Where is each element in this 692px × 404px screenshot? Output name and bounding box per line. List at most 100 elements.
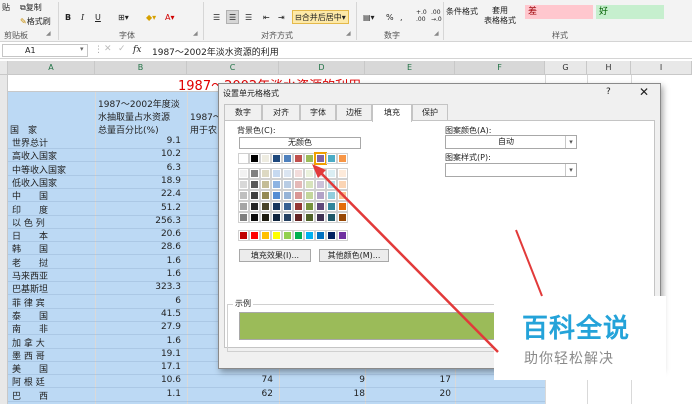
style-good-cell[interactable]: 好 — [596, 5, 664, 19]
value-cell[interactable]: 18.9 — [95, 176, 181, 186]
country-cell[interactable]: 巴基斯坦 — [12, 282, 48, 295]
color-swatch[interactable] — [238, 212, 249, 223]
color-swatch[interactable] — [304, 230, 315, 241]
color-swatch[interactable] — [314, 152, 327, 165]
value-cell[interactable]: 1.6 — [95, 256, 181, 266]
country-cell[interactable]: 印 度 — [12, 203, 48, 216]
color-swatch[interactable] — [293, 230, 304, 241]
value-cell[interactable]: 51.2 — [95, 203, 181, 213]
color-swatch[interactable] — [249, 179, 260, 190]
column-header[interactable]: G — [545, 61, 587, 75]
country-cell[interactable]: 以 色 列 — [12, 216, 45, 229]
dialog-launcher-icon[interactable]: ◢ — [434, 30, 439, 37]
color-swatch[interactable] — [304, 168, 315, 179]
color-swatch[interactable] — [315, 168, 326, 179]
cancel-icon[interactable]: ✕ — [104, 44, 112, 54]
color-swatch[interactable] — [238, 190, 249, 201]
color-swatch[interactable] — [326, 179, 337, 190]
row-headers[interactable] — [0, 75, 8, 404]
color-swatch[interactable] — [260, 190, 271, 201]
color-swatch[interactable] — [293, 168, 304, 179]
country-cell[interactable]: 南 非 — [12, 322, 48, 335]
value-cell[interactable]: 41.5 — [95, 309, 181, 319]
color-swatch[interactable] — [304, 190, 315, 201]
enter-icon[interactable]: ✓ — [118, 44, 126, 54]
currency-icon[interactable]: ▤▾ — [360, 10, 378, 24]
paste-button[interactable]: 贴 — [2, 2, 10, 13]
value-cell[interactable]: 323.3 — [95, 282, 181, 292]
value-cell[interactable]: 74 — [187, 375, 273, 385]
color-swatch[interactable] — [282, 179, 293, 190]
color-swatch[interactable] — [282, 168, 293, 179]
column-header[interactable]: E — [365, 61, 455, 75]
value-cell[interactable]: 10.2 — [95, 149, 181, 159]
country-cell[interactable]: 阿 根 廷 — [12, 375, 45, 388]
country-cell[interactable]: 加 拿 大 — [12, 336, 45, 349]
color-swatch[interactable] — [337, 230, 348, 241]
chevron-down-icon[interactable]: ▾ — [80, 45, 84, 53]
value-cell[interactable]: 20.6 — [95, 229, 181, 239]
pattern-style-dropdown[interactable]: ▾ — [445, 163, 577, 177]
color-swatch[interactable] — [260, 168, 271, 179]
tab-alignment[interactable]: 对齐 — [262, 104, 300, 121]
color-swatch[interactable] — [293, 212, 304, 223]
dialog-launcher-icon[interactable]: ◢ — [346, 30, 351, 37]
comma-button[interactable]: , — [397, 10, 406, 24]
format-as-table-button[interactable]: 套用 表格格式 — [484, 6, 516, 26]
color-swatch[interactable] — [238, 230, 249, 241]
country-cell[interactable]: 泰 国 — [12, 309, 48, 322]
color-swatch[interactable] — [260, 212, 271, 223]
color-swatch[interactable] — [271, 190, 282, 201]
column-header[interactable]: D — [279, 61, 365, 75]
color-swatch[interactable] — [326, 230, 337, 241]
country-cell[interactable]: 马来西亚 — [12, 269, 48, 282]
color-swatch[interactable] — [315, 179, 326, 190]
color-swatch[interactable] — [282, 153, 293, 164]
color-swatch[interactable] — [326, 153, 337, 164]
country-cell[interactable]: 低收入国家 — [12, 176, 57, 189]
no-color-button[interactable]: 无颜色 — [239, 137, 361, 149]
color-swatch[interactable] — [249, 230, 260, 241]
pattern-color-dropdown[interactable]: 自动 ▾ — [445, 135, 577, 149]
value-cell[interactable]: 18 — [279, 389, 365, 399]
copy-button[interactable]: ⧉复制 — [20, 2, 42, 13]
color-swatch[interactable] — [293, 179, 304, 190]
country-cell[interactable]: 中等收入国家 — [12, 163, 66, 176]
color-swatch[interactable] — [326, 168, 337, 179]
fill-color-icon[interactable]: ◆▾ — [143, 10, 159, 24]
color-swatch[interactable] — [337, 201, 348, 212]
color-swatch[interactable] — [238, 179, 249, 190]
color-swatch[interactable] — [326, 201, 337, 212]
merge-center-button[interactable]: ⊟合并后居中▾ — [292, 10, 349, 24]
tab-border[interactable]: 边框 — [336, 104, 372, 121]
italic-button[interactable]: I — [78, 10, 87, 24]
color-swatch[interactable] — [271, 153, 282, 164]
color-swatch[interactable] — [271, 201, 282, 212]
color-swatch[interactable] — [249, 190, 260, 201]
color-swatch[interactable] — [282, 201, 293, 212]
color-swatch[interactable] — [304, 179, 315, 190]
bold-button[interactable]: B — [62, 10, 74, 24]
color-swatch[interactable] — [249, 168, 260, 179]
align-center-icon[interactable]: ☰ — [226, 10, 240, 24]
country-cell[interactable]: 老 挝 — [12, 256, 48, 269]
value-cell[interactable]: 27.9 — [95, 322, 181, 332]
color-swatch[interactable] — [315, 190, 326, 201]
color-swatch[interactable] — [271, 179, 282, 190]
value-cell[interactable]: 1.6 — [95, 336, 181, 346]
color-swatch[interactable] — [282, 212, 293, 223]
increase-indent-icon[interactable]: ⇥ — [275, 10, 288, 24]
column-header[interactable]: I — [631, 61, 692, 75]
color-swatch[interactable] — [271, 212, 282, 223]
value-cell[interactable]: 6 — [95, 296, 181, 306]
value-cell[interactable]: 1.6 — [95, 269, 181, 279]
value-cell[interactable]: 9.1 — [95, 136, 181, 146]
color-swatch[interactable] — [337, 179, 348, 190]
tab-protection[interactable]: 保护 — [412, 104, 448, 121]
value-cell[interactable]: 9 — [279, 375, 365, 385]
color-swatch[interactable] — [293, 190, 304, 201]
value-cell[interactable]: 17 — [365, 375, 451, 385]
align-right-icon[interactable]: ☰ — [242, 10, 255, 24]
country-cell[interactable]: 韩 国 — [12, 242, 48, 255]
value-cell[interactable]: 1.1 — [95, 389, 181, 399]
